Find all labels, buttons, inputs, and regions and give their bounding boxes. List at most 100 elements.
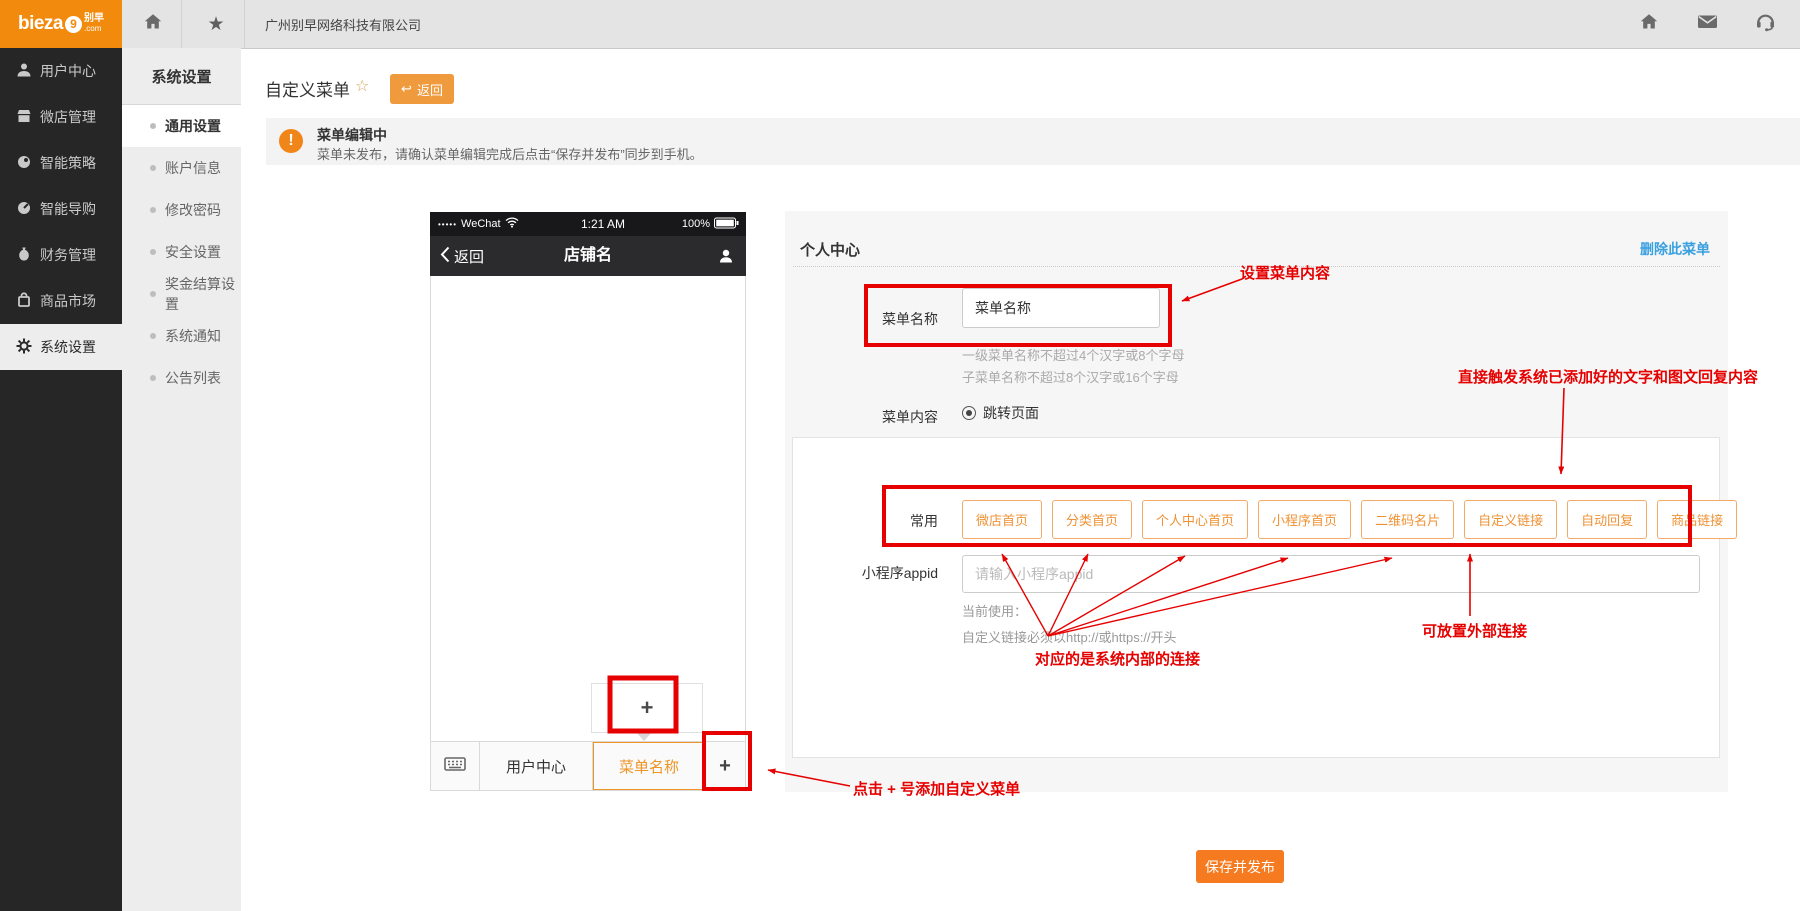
menu-name-hint-1: 一级菜单名称不超过4个汉字或8个字母 [962, 345, 1184, 364]
bullet-icon [150, 291, 156, 297]
subnav-general-settings[interactable]: 通用设置 [122, 105, 241, 147]
signal-dots-icon: ••••• [438, 220, 457, 229]
notice-text: 菜单未发布，请确认菜单编辑完成后点击“保存并发布”同步到手机。 [317, 144, 703, 163]
shopping-bag-icon [16, 292, 32, 311]
menu-tab-user-center[interactable]: 用户中心 [480, 742, 593, 790]
add-submenu-popup[interactable]: + [591, 683, 703, 733]
subnav-security-settings[interactable]: 安全设置 [122, 231, 241, 273]
subnav-item-label: 公告列表 [165, 368, 221, 388]
bullet-icon [150, 375, 156, 381]
menu-tab-selected[interactable]: 菜单名称 [593, 742, 705, 790]
sidebar-item-label: 智能导购 [40, 199, 96, 219]
back-button-label: 返回 [417, 80, 443, 99]
chevron-left-icon [440, 246, 450, 267]
sidebar-item-label: 微店管理 [40, 107, 96, 127]
bullet-icon [150, 333, 156, 339]
phone-status-bar: ••••• WeChat 1:21 AM 100% [430, 212, 746, 236]
subnav-item-label: 安全设置 [165, 242, 221, 262]
menu-name-label: 菜单名称 [838, 309, 938, 329]
appid-label: 小程序appid [838, 563, 938, 583]
radio-selected-icon [962, 406, 976, 420]
mail-icon [1697, 13, 1718, 35]
favorite-star-icon[interactable]: ☆ [355, 76, 369, 96]
phone-back-control: 返回 [440, 236, 484, 276]
wifi-icon [505, 215, 519, 233]
sidebar-item-system-settings[interactable]: 系统设置 [0, 324, 122, 370]
back-button[interactable]: ↩ 返回 [390, 74, 454, 104]
quick-links-row: 微店首页 分类首页 个人中心首页 小程序首页 二维码名片 自定义链接 自动回复 … [962, 500, 1737, 539]
warning-icon: ! [279, 129, 303, 153]
logo-9-icon: 9 [65, 16, 82, 33]
messages-button[interactable] [1682, 0, 1732, 48]
subnav-item-label: 奖金结算设置 [165, 274, 241, 314]
quick-link-store-home[interactable]: 微店首页 [962, 500, 1042, 539]
sidebar-item-shop-manage[interactable]: 微店管理 [0, 94, 122, 140]
link-options-box [792, 437, 1720, 758]
subnav-system-notice[interactable]: 系统通知 [122, 315, 241, 357]
bullet-icon [150, 165, 156, 171]
subnav-change-password[interactable]: 修改密码 [122, 189, 241, 231]
home-icon [143, 12, 163, 36]
quick-link-miniprogram-home[interactable]: 小程序首页 [1258, 500, 1351, 539]
carrier-label: WeChat [461, 218, 501, 230]
popup-pointer [635, 731, 653, 741]
menu-name-hint-2: 子菜单名称不超过8个汉字或16个字母 [962, 367, 1179, 386]
headset-icon [1755, 12, 1776, 37]
reply-arrow-icon: ↩ [401, 81, 412, 97]
quick-link-category-home[interactable]: 分类首页 [1052, 500, 1132, 539]
subnav-bonus-settlement[interactable]: 奖金结算设置 [122, 273, 241, 315]
gear-icon [16, 338, 32, 357]
custom-link-note: 自定义链接必须以http://或https://开头 [962, 627, 1177, 646]
menu-content-label: 菜单内容 [838, 407, 938, 427]
company-name: 广州别早网络科技有限公司 [265, 0, 421, 48]
menu-name-input[interactable] [962, 288, 1160, 328]
home-button[interactable] [1624, 0, 1674, 48]
subnav-account-info[interactable]: 账户信息 [122, 147, 241, 189]
quick-link-profile-home[interactable]: 个人中心首页 [1142, 500, 1248, 539]
bullet-icon [150, 207, 156, 213]
keyboard-icon [444, 755, 466, 777]
add-menu-button[interactable]: + [705, 742, 745, 790]
quick-link-product-link[interactable]: 商品链接 [1657, 500, 1737, 539]
subnav-item-label: 账户信息 [165, 158, 221, 178]
logo-cn: 别早 [84, 14, 104, 24]
home-icon [1639, 12, 1659, 36]
store-icon [16, 108, 32, 127]
sidebar-item-market[interactable]: 商品市场 [0, 278, 122, 324]
support-button[interactable] [1740, 0, 1790, 48]
sidebar-item-smart-strategy[interactable]: 智能策略 [0, 140, 122, 186]
radio-label: 跳转页面 [983, 403, 1039, 423]
sidebar-item-finance[interactable]: 财务管理 [0, 232, 122, 278]
bullet-icon [150, 123, 156, 129]
quick-link-auto-reply[interactable]: 自动回复 [1567, 500, 1647, 539]
phone-back-label: 返回 [454, 246, 484, 267]
star-icon: ★ [207, 13, 224, 36]
home-shortcut-button[interactable] [128, 0, 178, 48]
sidebar-item-user-center[interactable]: 用户中心 [0, 48, 122, 94]
dotted-divider [793, 266, 1720, 267]
notice-banner: ! 菜单编辑中 菜单未发布，请确认菜单编辑完成后点击“保存并发布”同步到手机。 [266, 118, 1800, 165]
topbar-divider [181, 0, 182, 48]
delete-menu-link[interactable]: 删除此菜单 [1640, 239, 1710, 259]
bullet-icon [150, 249, 156, 255]
panel-title: 个人中心 [800, 239, 860, 260]
sidebar-item-label: 系统设置 [40, 337, 96, 357]
quick-link-custom-url[interactable]: 自定义链接 [1464, 500, 1557, 539]
phone-nav-bar: 店铺名 返回 [430, 236, 746, 276]
phone-clock: 1:21 AM [558, 212, 648, 236]
subnav-announcement-list[interactable]: 公告列表 [122, 357, 241, 399]
compass-icon [16, 200, 32, 219]
save-publish-button[interactable]: 保存并发布 [1196, 850, 1284, 883]
quick-link-qrcode-card[interactable]: 二维码名片 [1361, 500, 1454, 539]
favorites-shortcut-button[interactable]: ★ [191, 0, 241, 48]
appid-input[interactable] [962, 555, 1700, 593]
sidebar-item-smart-guide[interactable]: 智能导购 [0, 186, 122, 232]
topbar: bieza 9 别早 .com ★ 广州别早网络科技有限公司 [0, 0, 1800, 49]
page-title: 自定义菜单 [265, 76, 350, 101]
jump-page-radio[interactable]: 跳转页面 [962, 403, 1039, 423]
current-use-note: 当前使用： [962, 601, 1027, 620]
app-root: bieza 9 别早 .com ★ 广州别早网络科技有限公司 [0, 0, 1800, 911]
common-label: 常用 [838, 511, 938, 531]
brand-logo[interactable]: bieza 9 别早 .com [0, 0, 122, 48]
phone-menu-bar: 用户中心 菜单名称 + [430, 741, 746, 791]
